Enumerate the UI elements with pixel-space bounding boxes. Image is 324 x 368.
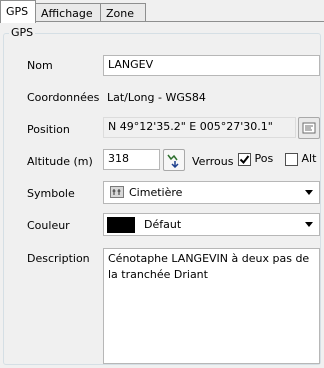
lock-pos-label: Pos — [254, 152, 274, 165]
lock-alt-label: Alt — [301, 152, 317, 165]
altitude-lookup-button[interactable] — [163, 149, 185, 171]
lock-pos-check — [238, 152, 251, 166]
lock-pos-checkbox[interactable]: Pos — [238, 152, 273, 166]
tab-zone-label: Zone — [106, 7, 135, 20]
edit-position-icon — [302, 122, 316, 134]
color-swatch — [107, 217, 135, 233]
symbole-label: Symbole — [27, 187, 75, 200]
checkmark-icon — [239, 154, 250, 164]
description-textarea[interactable]: Cénotaphe LANGEVIN à deux pas de la tran… — [103, 248, 320, 364]
chevron-down-icon — [305, 190, 313, 195]
symbole-value: Cimetière — [129, 186, 183, 199]
verrous-label: Verrous — [192, 155, 234, 168]
nom-field[interactable]: LANGEV — [103, 55, 320, 76]
couleur-label: Couleur — [27, 219, 70, 232]
tab-zone[interactable]: Zone — [100, 3, 146, 22]
position-label: Position — [27, 123, 70, 136]
tab-gps[interactable]: GPS — [0, 0, 36, 23]
symbole-dropdown[interactable]: Cimetière — [103, 181, 320, 204]
altitude-label: Altitude (m) — [27, 155, 93, 168]
tab-affichage[interactable]: Affichage — [35, 3, 101, 22]
description-label: Description — [27, 252, 90, 265]
group-title: GPS — [9, 26, 36, 40]
coordonnees-label: Coordonnées — [27, 91, 100, 104]
tab-bar: GPS Affichage Zone — [0, 0, 324, 23]
edit-position-button[interactable] — [298, 117, 320, 139]
altitude-lookup-icon — [167, 154, 179, 168]
position-value: N 49°12'35.2" E 005°27'30.1" — [108, 120, 273, 133]
lock-alt-check — [285, 152, 298, 166]
tab-affichage-label: Affichage — [41, 7, 93, 20]
couleur-value: Défaut — [144, 218, 182, 231]
tab-gps-label: GPS — [6, 5, 29, 18]
altitude-value: 318 — [108, 152, 129, 165]
tab-panel-gps: GPS Nom LANGEV Coordonnées Lat/Long - WG… — [0, 21, 324, 368]
position-field: N 49°12'35.2" E 005°27'30.1" — [103, 117, 296, 138]
altitude-field[interactable]: 318 — [103, 149, 160, 170]
chevron-down-icon — [305, 222, 313, 227]
lock-alt-checkbox[interactable]: Alt — [285, 152, 316, 166]
cemetery-icon — [110, 186, 124, 198]
coordonnees-value: Lat/Long - WGS84 — [107, 91, 206, 104]
nom-label: Nom — [27, 59, 53, 72]
couleur-dropdown[interactable]: Défaut — [103, 213, 320, 236]
nom-value: LANGEV — [108, 58, 154, 71]
